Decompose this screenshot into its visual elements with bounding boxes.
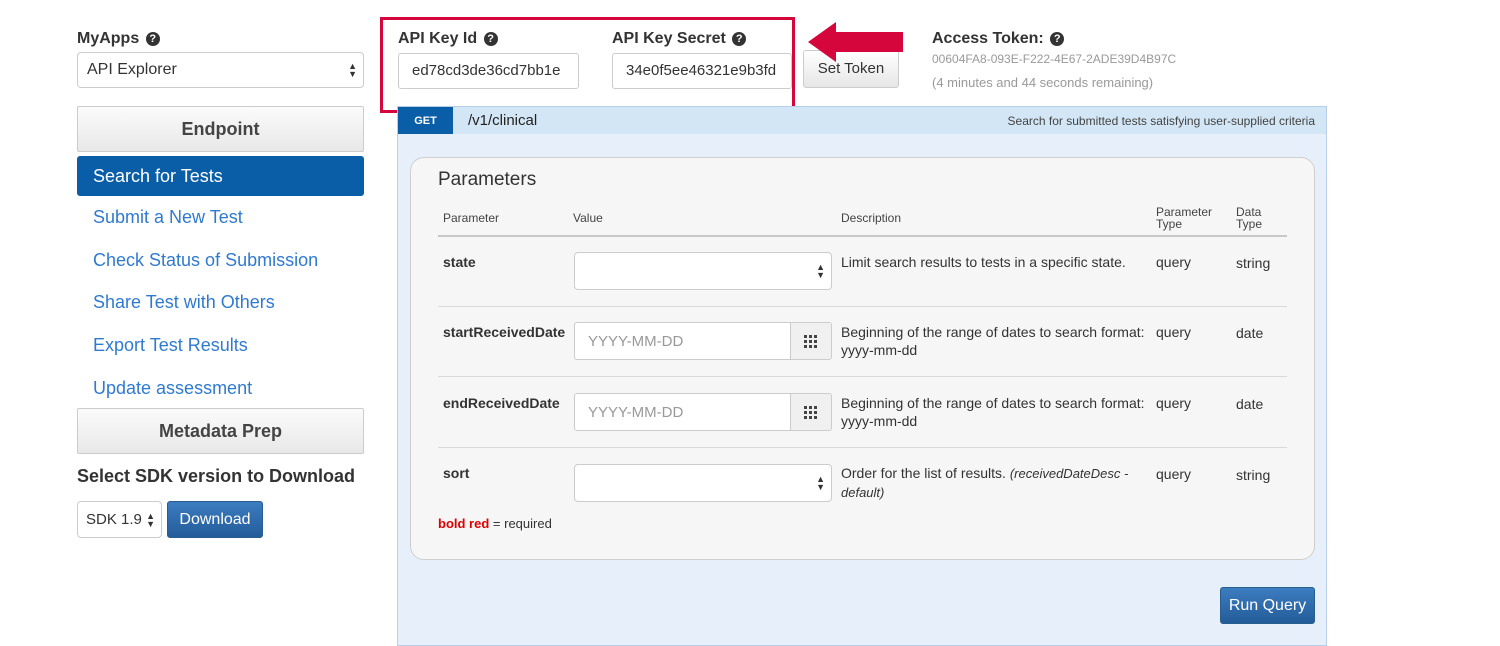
param-ptype-start-received-date: query xyxy=(1156,324,1192,340)
row-divider xyxy=(438,306,1287,307)
myapps-select-value: API Explorer xyxy=(87,61,177,78)
help-icon[interactable]: ? xyxy=(145,32,160,46)
state-select[interactable]: ▲ ▼ xyxy=(574,252,832,290)
calendar-grid-icon xyxy=(804,406,817,419)
sort-select[interactable]: ▲ ▼ xyxy=(574,464,832,502)
header-data-type: Data Type xyxy=(1236,205,1263,231)
select-arrows-icon: ▲ ▼ xyxy=(146,510,155,529)
param-desc-sort: Order for the list of results. (received… xyxy=(841,465,1129,500)
metadata-panel-header[interactable]: Metadata Prep xyxy=(77,408,364,454)
api-key-id-label: API Key Id ? xyxy=(398,30,498,48)
param-ptype-sort: query xyxy=(1156,466,1192,482)
nav-item-share-test[interactable]: Share Test with Others xyxy=(93,292,275,313)
sdk-title: Select SDK version to Download xyxy=(77,466,356,486)
required-legend: bold red = required xyxy=(438,516,552,531)
end-received-date-input[interactable]: YYYY-MM-DD xyxy=(574,393,832,431)
calendar-button[interactable] xyxy=(790,323,831,359)
calendar-button[interactable] xyxy=(790,394,831,430)
param-name-end-received-date: endReceivedDate xyxy=(443,395,560,411)
param-name-sort: sort xyxy=(443,465,470,481)
param-name-state: state xyxy=(443,254,476,270)
help-icon[interactable]: ? xyxy=(1050,32,1065,46)
api-key-secret-input[interactable]: 34e0f5ee46321e9b3fd xyxy=(612,53,792,89)
token-time-remaining: (4 minutes and 44 seconds remaining) xyxy=(932,75,1154,90)
calendar-grid-icon xyxy=(804,335,817,348)
header-divider xyxy=(438,235,1287,237)
nav-item-search-for-tests[interactable]: Search for Tests xyxy=(77,156,364,196)
row-divider xyxy=(438,447,1287,448)
param-ptype-state: query xyxy=(1156,254,1192,270)
nav-item-export-results[interactable]: Export Test Results xyxy=(93,335,248,356)
nav-item-update-assessment[interactable]: Update assessment xyxy=(93,378,252,399)
param-dtype-end-received-date: date xyxy=(1236,396,1264,412)
myapps-select[interactable]: API Explorer ▲ ▼ xyxy=(77,52,364,88)
endpoint-panel-header: Endpoint xyxy=(77,106,364,152)
parameters-title: Parameters xyxy=(438,169,537,190)
download-button[interactable]: Download xyxy=(167,501,263,538)
access-token-value: 00604FA8-093E-F222-4E67-2ADE39D4B97C xyxy=(932,52,1177,66)
api-key-id-input[interactable]: ed78cd3de36cd7bb1e xyxy=(398,53,579,89)
param-desc-state: Limit search results to tests in a speci… xyxy=(841,254,1126,270)
param-dtype-state: string xyxy=(1236,255,1271,271)
api-key-secret-label: API Key Secret ? xyxy=(612,30,747,48)
param-desc-start-received-date: Beginning of the range of dates to searc… xyxy=(841,324,1145,358)
start-received-date-input[interactable]: YYYY-MM-DD xyxy=(574,322,832,360)
help-icon[interactable]: ? xyxy=(732,32,747,46)
access-token-label: Access Token: ? xyxy=(932,30,1065,48)
select-arrows-icon: ▲ ▼ xyxy=(816,262,825,280)
header-description: Description xyxy=(841,211,902,225)
header-parameter: Parameter xyxy=(443,211,500,225)
param-name-start-received-date: startReceivedDate xyxy=(443,324,566,340)
nav-item-check-status[interactable]: Check Status of Submission xyxy=(93,250,318,271)
arrow-left-icon xyxy=(808,22,903,62)
nav-item-submit-new-test[interactable]: Submit a New Test xyxy=(93,207,243,228)
run-query-button[interactable]: Run Query xyxy=(1220,587,1315,624)
header-value: Value xyxy=(573,211,603,225)
param-dtype-start-received-date: date xyxy=(1236,325,1264,341)
param-ptype-end-received-date: query xyxy=(1156,395,1192,411)
myapps-label: MyApps ? xyxy=(77,30,160,48)
endpoint-summary: Search for submitted tests satisfying us… xyxy=(1007,114,1315,128)
endpoint-path[interactable]: /v1/clinical xyxy=(468,112,537,129)
sdk-version-select[interactable]: SDK 1.9 ▲ ▼ xyxy=(77,501,162,538)
select-arrows-icon: ▲ ▼ xyxy=(348,61,357,79)
param-desc-end-received-date: Beginning of the range of dates to searc… xyxy=(841,395,1145,429)
help-icon[interactable]: ? xyxy=(483,32,498,46)
header-parameter-type: Parameter Type xyxy=(1156,205,1213,231)
param-dtype-sort: string xyxy=(1236,467,1271,483)
http-method-badge: GET xyxy=(398,107,453,134)
select-arrows-icon: ▲ ▼ xyxy=(816,474,825,492)
row-divider xyxy=(438,376,1287,377)
